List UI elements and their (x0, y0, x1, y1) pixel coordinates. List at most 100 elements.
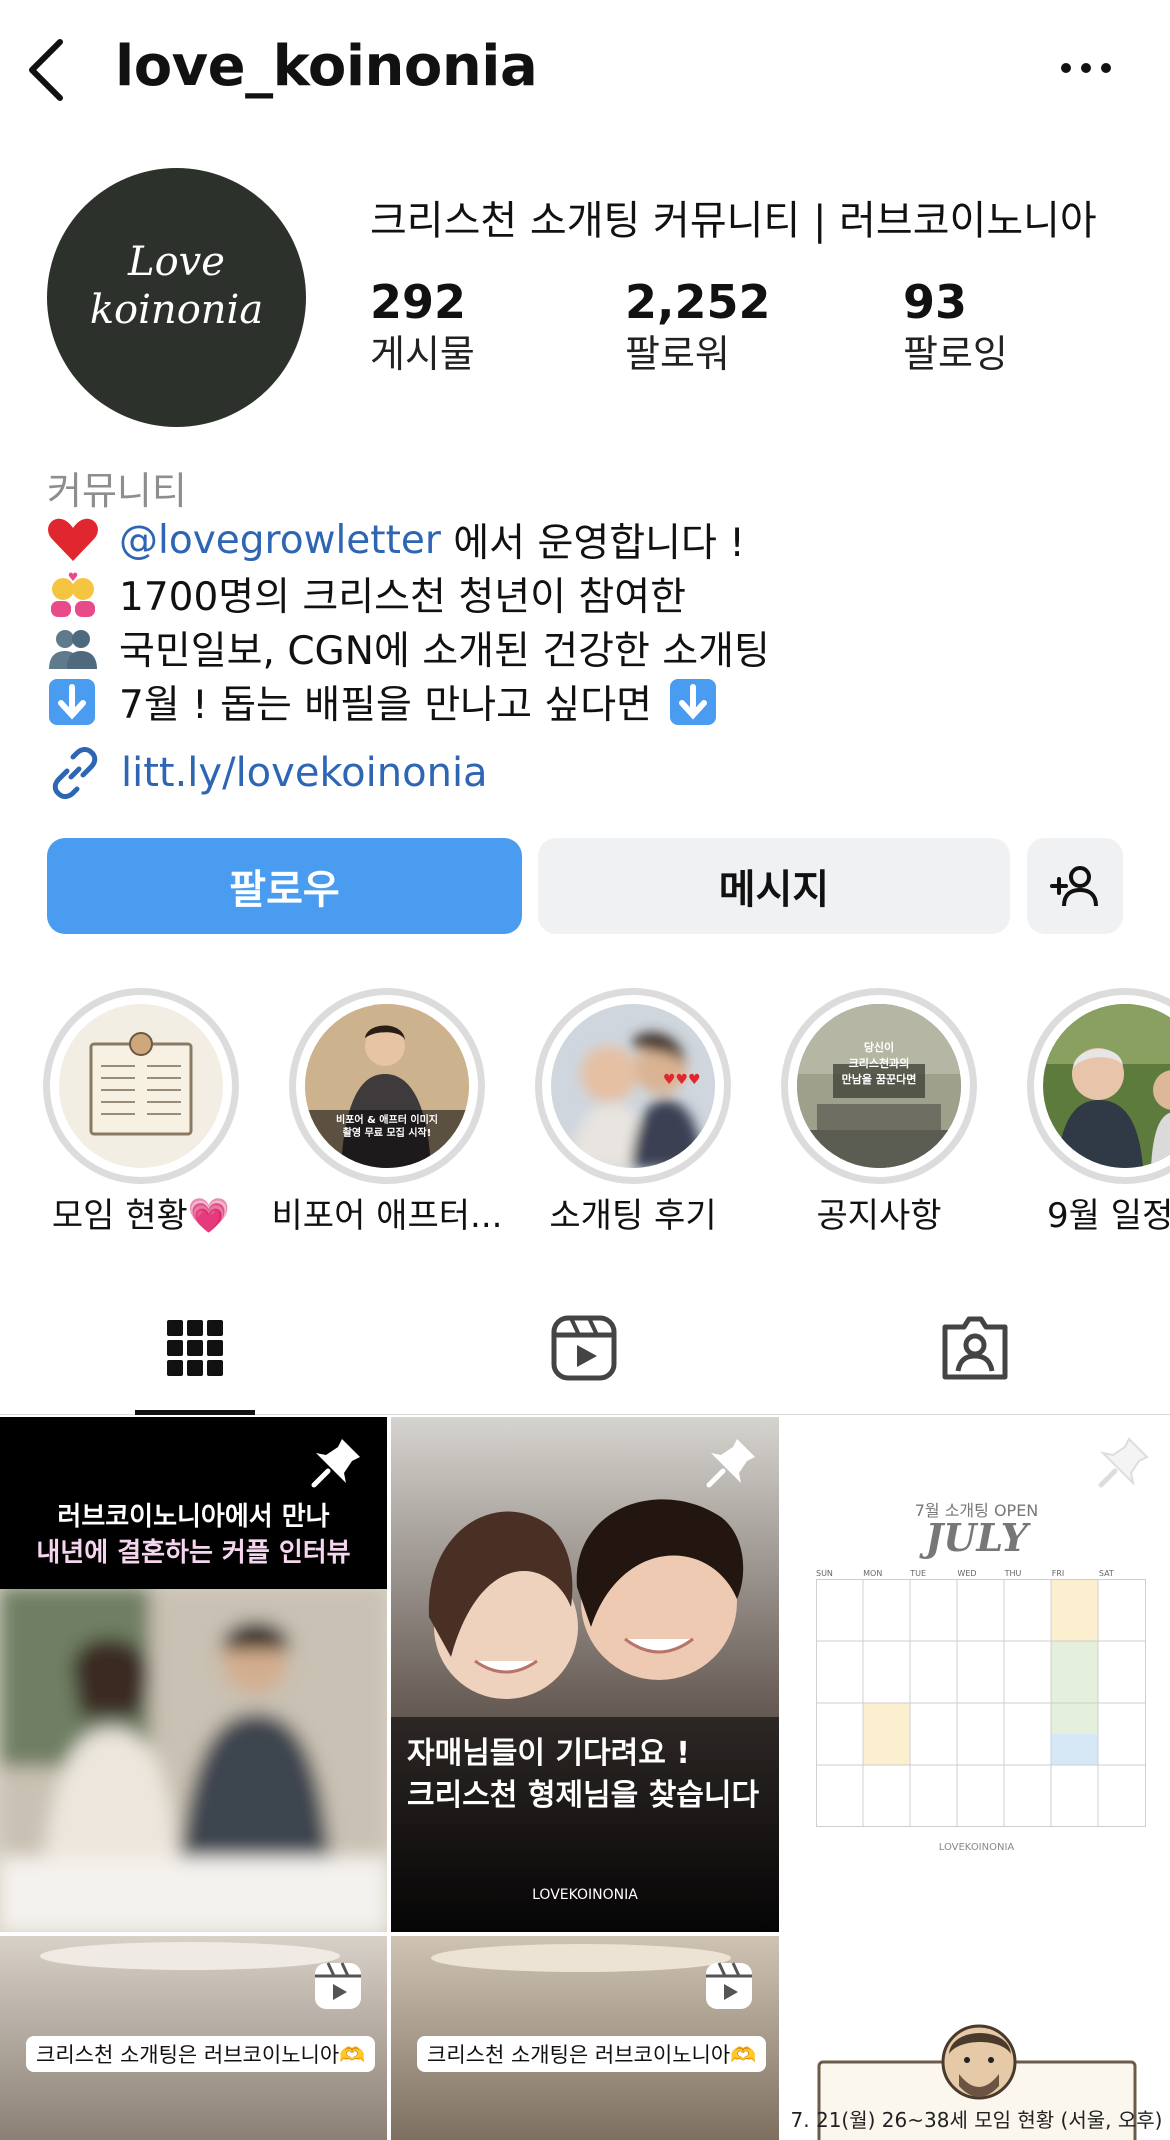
bio-text: 1700명의 크리스천 청년이 참여한 (119, 575, 687, 620)
highlight-ring: 당신이 크리스천과의 만남을 꿈꾼다면 (781, 988, 977, 1184)
followers-count[interactable]: 2,252 팔로워 (625, 275, 771, 379)
stat-value: 2,252 (625, 275, 771, 329)
pinned-icon (706, 1439, 755, 1488)
red-heart-icon (47, 517, 103, 563)
bio-text: 에서 운영합니다 ! (440, 521, 745, 566)
post-caption: 자매님들이 기다려요 ! 크리스천 형제님을 찾습니다 (407, 1733, 759, 1817)
highlight-cover: 비포어 & 애프터 이미지 촬영 무료 모집 시작! (305, 1004, 469, 1168)
weekday: MON (863, 1569, 883, 1578)
highlight-cover: ♥♥♥ (551, 1004, 715, 1168)
avatar-logo-line2: koinonia (89, 287, 264, 333)
calendar-grid (816, 1579, 1146, 1827)
bio-text: 7월 ! 돕는 배필을 만나고 싶다면 (119, 683, 652, 728)
weekday: TUE (910, 1569, 927, 1578)
highlight-label: 소개팅 후기 (549, 1196, 717, 1236)
post-brand-footer: LOVEKOINONIA (532, 1887, 638, 1903)
message-button[interactable]: 메시지 (538, 838, 1010, 934)
post-tile-july-calendar[interactable]: 7월 소개팅 OPEN JULY SUN MON TUE WED THU FRI… (783, 1417, 1170, 1932)
stat-value: 292 (370, 275, 467, 329)
post-tile-reel-2[interactable]: 크리스천 소개팅은 러브코이노니아🫶 (391, 1936, 779, 2140)
highlight-ring (1027, 988, 1170, 1184)
bio-line-3: 국민일보, CGN에 소개된 건강한 소개팅 (47, 620, 770, 676)
following-count[interactable]: 93 팔로잉 (903, 275, 1008, 379)
cover-line: 만남을 꿈꾼다면 (841, 1073, 917, 1086)
link-icon (52, 747, 98, 799)
down-arrow-icon (668, 679, 724, 725)
profile-display-name: 크리스천 소개팅 커뮤니티 | 러브코이노니아 (370, 198, 1097, 244)
back-arrow-icon[interactable] (22, 38, 70, 102)
caption-line: 자매님들이 기다려요 ! (407, 1736, 690, 1771)
weekday: FRI (1051, 1569, 1065, 1578)
profile-tabs (0, 1283, 1170, 1415)
highlight-before-after[interactable]: 비포어 & 애프터 이미지 촬영 무료 모집 시작! 비포어 애프터... (272, 988, 502, 1236)
cover-line: 크리스천과의 (848, 1057, 910, 1070)
highlight-cover (59, 1004, 223, 1168)
more-options-icon[interactable] (1058, 52, 1114, 84)
bio-line-2: 1700명의 크리스천 청년이 참여한 (47, 566, 686, 622)
stat-label: 팔로워 (625, 332, 730, 376)
pinned-icon (311, 1439, 360, 1488)
stat-value: 93 (903, 275, 968, 329)
highlight-september-schedule[interactable]: 9월 일정 (1027, 988, 1170, 1236)
post-tile-meeting-status[interactable]: 7. 21(월) 26~38세 모임 현황 (서울, 오후) (783, 1936, 1170, 2140)
pinned-icon (1098, 1437, 1149, 1488)
reel-icon (706, 1962, 752, 2009)
tab-tagged-icon[interactable] (940, 1313, 1010, 1383)
weekday: THU (1004, 1569, 1022, 1578)
people-icon (47, 625, 103, 671)
highlight-meeting-status[interactable]: 모임 현황💗 (43, 988, 239, 1236)
caption-line: 크리스천 형제님을 찾습니다 (407, 1778, 760, 1813)
bio-line-4: 7월 ! 돕는 배필을 만나고 싶다면 (47, 674, 740, 730)
post-tile-reel-1[interactable]: 크리스천 소개팅은 러브코이노니아🫶 (0, 1936, 387, 2140)
reel-caption: 크리스천 소개팅은 러브코이노니아🫶 (417, 2036, 767, 2072)
follow-button[interactable]: 팔로우 (47, 838, 522, 934)
highlight-label: 비포어 애프터... (271, 1196, 503, 1236)
svg-text:♥♥♥: ♥♥♥ (663, 1072, 701, 1088)
weekday: SAT (1098, 1569, 1114, 1578)
suggest-people-button[interactable] (1027, 838, 1123, 934)
avatar-logo: Love koinonia (47, 238, 306, 334)
down-arrow-icon (47, 679, 103, 725)
calendar-weekdays: SUN MON TUE WED THU FRI SAT (816, 1569, 1146, 1578)
add-user-icon (1050, 866, 1098, 907)
highlight-ring: ♥♥♥ (535, 988, 731, 1184)
highlight-label: 모임 현황💗 (51, 1196, 231, 1236)
avatar-logo-line1: Love (128, 239, 225, 285)
highlight-ring (43, 988, 239, 1184)
stat-label: 게시물 (370, 332, 475, 376)
stat-label: 팔로잉 (903, 332, 1008, 376)
cover-line: 당신이 (863, 1041, 895, 1054)
profile-link[interactable]: litt.ly/lovekoinonia (47, 745, 488, 801)
profile-category: 커뮤니티 (47, 469, 187, 513)
highlight-cover-text: 당신이 크리스천과의 만남을 꿈꾼다면 (797, 1040, 961, 1088)
calendar-month: JULY (925, 1515, 1028, 1560)
highlight-reviews[interactable]: ♥♥♥ 소개팅 후기 (535, 988, 731, 1236)
couple-kiss-icon (47, 571, 103, 617)
highlight-cover: 당신이 크리스천과의 만남을 꿈꾼다면 (797, 1004, 961, 1168)
post-tile-couple-interview[interactable]: 러브코이노니아에서 만나 내년에 결혼하는 커플 인터뷰 (0, 1417, 387, 1932)
posts-count[interactable]: 292 게시물 (370, 275, 475, 379)
highlight-ring: 비포어 & 애프터 이미지 촬영 무료 모집 시작! (289, 988, 485, 1184)
active-tab-indicator (135, 1410, 255, 1415)
highlight-notice[interactable]: 당신이 크리스천과의 만남을 꿈꾼다면 공지사항 (781, 988, 977, 1236)
post-caption: 러브코이노니아에서 만나 내년에 결혼하는 커플 인터뷰 (0, 1499, 387, 1571)
bio-line-1: @lovegrowletter 에서 운영합니다 ! (47, 512, 745, 568)
post-tile-sisters-waiting[interactable]: 자매님들이 기다려요 ! 크리스천 형제님을 찾습니다 LOVEKOINONIA (391, 1417, 779, 1932)
top-bar: love_koinonia (0, 0, 1170, 140)
profile-avatar[interactable]: Love koinonia (47, 168, 306, 427)
weekday: SUN (816, 1569, 833, 1578)
profile-link-text: litt.ly/lovekoinonia (121, 750, 488, 796)
caption-line: 러브코이노니아에서 만나 (57, 1502, 330, 1532)
reel-caption: 크리스천 소개팅은 러브코이노니아🫶 (26, 2036, 376, 2072)
tab-reels-icon[interactable] (549, 1313, 619, 1383)
reel-icon (315, 1962, 361, 2009)
highlight-label: 공지사항 (816, 1196, 942, 1236)
caption-line: 내년에 결혼하는 커플 인터뷰 (36, 1538, 351, 1568)
bio-text: 국민일보, CGN에 소개된 건강한 소개팅 (119, 629, 770, 674)
highlight-cover-text: 비포어 & 애프터 이미지 촬영 무료 모집 시작! (336, 1115, 438, 1139)
mention-link[interactable]: @lovegrowletter (119, 518, 441, 563)
post-brand-footer: LOVEKOINONIA (938, 1842, 1015, 1853)
tab-posts-grid-icon[interactable] (160, 1313, 230, 1383)
highlight-label: 9월 일정 (1047, 1196, 1170, 1236)
highlight-cover (1043, 1004, 1170, 1168)
